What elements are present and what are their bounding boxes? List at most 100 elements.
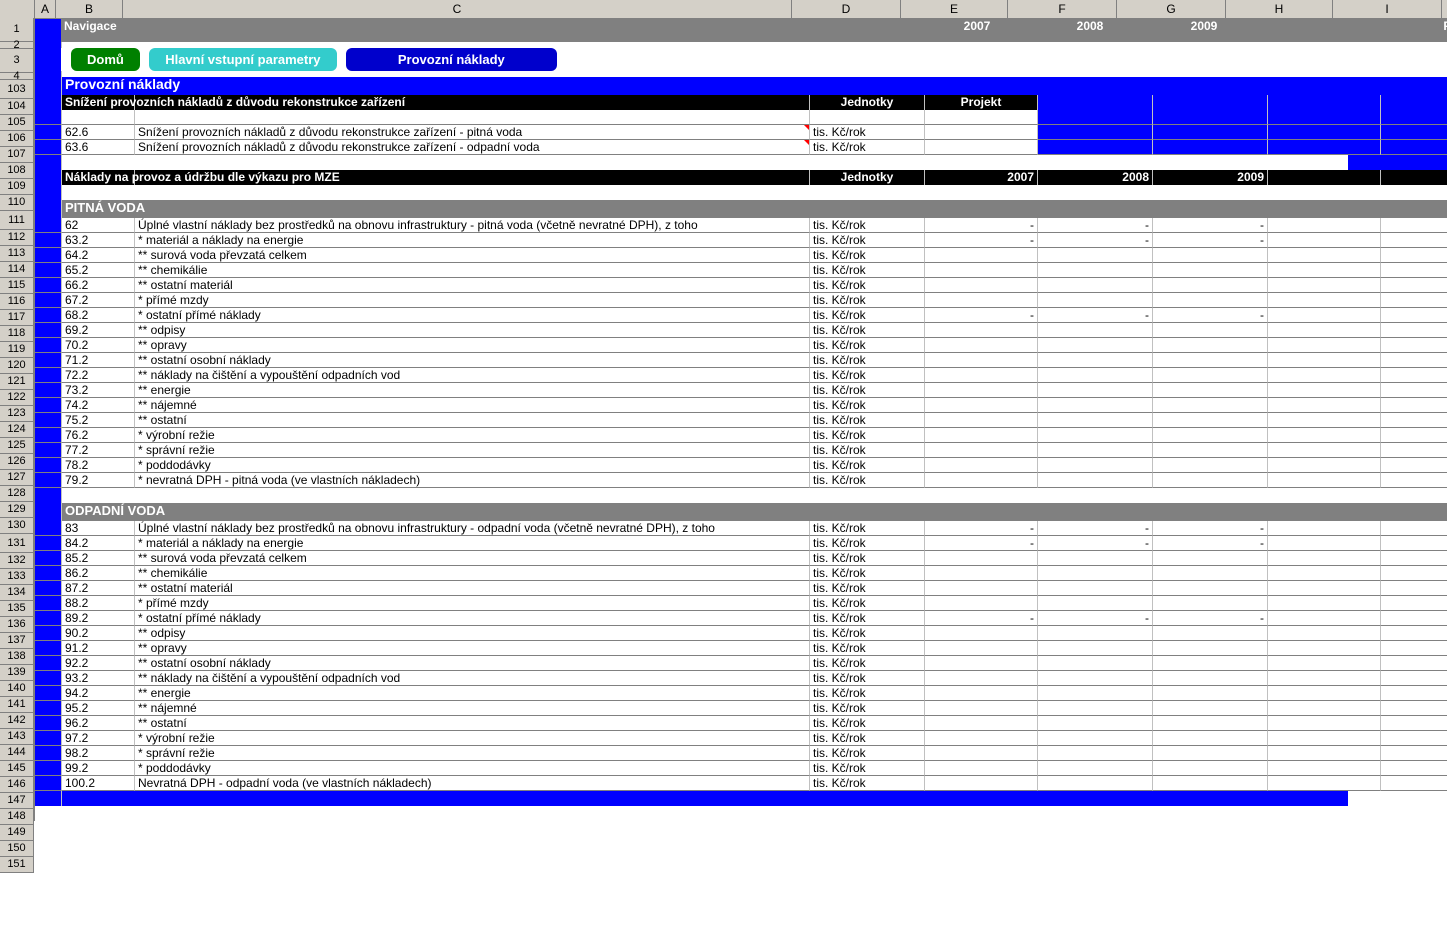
row-val-2008[interactable] <box>1038 716 1153 731</box>
row-header-143[interactable]: 143 <box>0 729 34 745</box>
row-val-2009[interactable] <box>1153 596 1268 611</box>
row-number[interactable]: 87.2 <box>62 581 135 596</box>
row-label[interactable]: Snížení provozních nákladů z důvodu reko… <box>135 140 810 155</box>
col-header-F[interactable]: F <box>1008 0 1117 18</box>
row-val-2008[interactable] <box>1038 656 1153 671</box>
row-label[interactable]: * výrobní režie <box>135 428 810 443</box>
row-label[interactable]: ** surová voda převzatá celkem <box>135 248 810 263</box>
row-header-128[interactable]: 128 <box>0 486 34 502</box>
row-val-2009[interactable]: - <box>1153 521 1268 536</box>
row-val-2007[interactable] <box>925 428 1038 443</box>
row-unit[interactable]: tis. Kč/rok <box>810 443 925 458</box>
row-val-2008[interactable] <box>1038 338 1153 353</box>
row-val-2008[interactable] <box>1038 383 1153 398</box>
row-val-2010[interactable] <box>1381 353 1447 368</box>
home-button[interactable]: Domů <box>71 48 140 71</box>
row-number[interactable]: 70.2 <box>62 338 135 353</box>
row-unit[interactable]: tis. Kč/rok <box>810 428 925 443</box>
row-label[interactable]: ** energie <box>135 383 810 398</box>
row-val-2009[interactable] <box>1153 473 1268 488</box>
row-val-2009[interactable] <box>1153 293 1268 308</box>
row-label[interactable]: * přímé mzdy <box>135 293 810 308</box>
row-number[interactable]: 97.2 <box>62 731 135 746</box>
row-number[interactable]: 63.2 <box>62 233 135 248</box>
row-val-2009[interactable] <box>1153 413 1268 428</box>
row-label[interactable]: * ostatní přímé náklady <box>135 611 810 626</box>
row-number[interactable]: 62.6 <box>62 125 135 140</box>
row-val-2007[interactable] <box>925 581 1038 596</box>
col-header-A[interactable]: A <box>35 0 56 18</box>
row-number[interactable]: 79.2 <box>62 473 135 488</box>
row-number[interactable]: 93.2 <box>62 671 135 686</box>
row-label[interactable]: ** energie <box>135 686 810 701</box>
row-val-2009[interactable] <box>1153 671 1268 686</box>
row-unit[interactable]: tis. Kč/rok <box>810 473 925 488</box>
row-label[interactable]: Snížení provozních nákladů z důvodu reko… <box>135 125 810 140</box>
row-label[interactable]: * správní režie <box>135 443 810 458</box>
row-unit[interactable]: tis. Kč/rok <box>810 731 925 746</box>
row-label[interactable]: ** nájemné <box>135 398 810 413</box>
row-val-2008[interactable] <box>1038 641 1153 656</box>
row-header-135[interactable]: 135 <box>0 601 34 617</box>
row-header-132[interactable]: 132 <box>0 553 34 569</box>
row-number[interactable]: 89.2 <box>62 611 135 626</box>
row-unit[interactable]: tis. Kč/rok <box>810 125 925 140</box>
row-val-2009[interactable] <box>1153 641 1268 656</box>
row-val-2010[interactable] <box>1381 656 1447 671</box>
row-unit[interactable]: tis. Kč/rok <box>810 776 925 791</box>
row-val-2009[interactable]: - <box>1153 536 1268 551</box>
row-val-2007[interactable]: - <box>925 611 1038 626</box>
row-val-2008[interactable]: - <box>1038 218 1153 233</box>
col-header-I[interactable]: I <box>1333 0 1442 18</box>
row-val-2009[interactable] <box>1153 353 1268 368</box>
row-val-2010[interactable] <box>1381 701 1447 716</box>
row-val-2009[interactable] <box>1153 428 1268 443</box>
row-label[interactable]: ** odpisy <box>135 626 810 641</box>
row-header-2[interactable]: 2 <box>0 42 34 49</box>
row-label[interactable]: * výrobní režie <box>135 731 810 746</box>
nav-year-2009[interactable]: 2009 <box>1147 19 1261 42</box>
row-label[interactable]: * poddodávky <box>135 761 810 776</box>
row-number[interactable]: 95.2 <box>62 701 135 716</box>
row-header-129[interactable]: 129 <box>0 502 34 518</box>
row-val-2007[interactable] <box>925 701 1038 716</box>
col-header-C[interactable]: C <box>123 0 792 18</box>
row-number[interactable]: 76.2 <box>62 428 135 443</box>
row-val-2007[interactable] <box>925 746 1038 761</box>
row-val-2009[interactable]: - <box>1153 308 1268 323</box>
row-label[interactable]: * ostatní přímé náklady <box>135 308 810 323</box>
row-val-2007[interactable] <box>925 776 1038 791</box>
row-number[interactable]: 68.2 <box>62 308 135 323</box>
row-unit[interactable]: tis. Kč/rok <box>810 671 925 686</box>
row-number[interactable]: 85.2 <box>62 551 135 566</box>
row-val-2010[interactable] <box>1381 581 1447 596</box>
row-label[interactable]: * materiál a náklady na energie <box>135 233 810 248</box>
row-val-2009[interactable] <box>1153 398 1268 413</box>
row-val-2010[interactable] <box>1381 731 1447 746</box>
row-val-2009[interactable] <box>1153 323 1268 338</box>
row-val-2010[interactable] <box>1381 248 1447 263</box>
row-val-2010[interactable] <box>1381 323 1447 338</box>
row-number[interactable]: 73.2 <box>62 383 135 398</box>
row-label[interactable]: ** chemikálie <box>135 566 810 581</box>
row-val-2010[interactable] <box>1381 368 1447 383</box>
row-label[interactable]: Úplné vlastní náklady bez prostředků na … <box>135 521 810 536</box>
row-val-2009[interactable]: - <box>1153 233 1268 248</box>
row-unit[interactable]: tis. Kč/rok <box>810 716 925 731</box>
row-header-108[interactable]: 108 <box>0 163 34 179</box>
select-all-corner[interactable] <box>0 0 35 18</box>
row-label[interactable]: ** odpisy <box>135 323 810 338</box>
row-unit[interactable]: tis. Kč/rok <box>810 458 925 473</box>
row-number[interactable]: 99.2 <box>62 761 135 776</box>
row-val-2009[interactable]: - <box>1153 218 1268 233</box>
row-val-2008[interactable] <box>1038 596 1153 611</box>
row-val-2007[interactable] <box>925 398 1038 413</box>
row-label[interactable]: ** nájemné <box>135 701 810 716</box>
row-number[interactable]: 65.2 <box>62 263 135 278</box>
row-val-2010[interactable] <box>1381 413 1447 428</box>
row-header-104[interactable]: 104 <box>0 99 34 115</box>
row-header-131[interactable]: 131 <box>0 534 34 553</box>
col-header-B[interactable]: B <box>56 0 123 18</box>
row-val-2010[interactable]: - <box>1381 521 1447 536</box>
row-val-2010[interactable] <box>1381 428 1447 443</box>
